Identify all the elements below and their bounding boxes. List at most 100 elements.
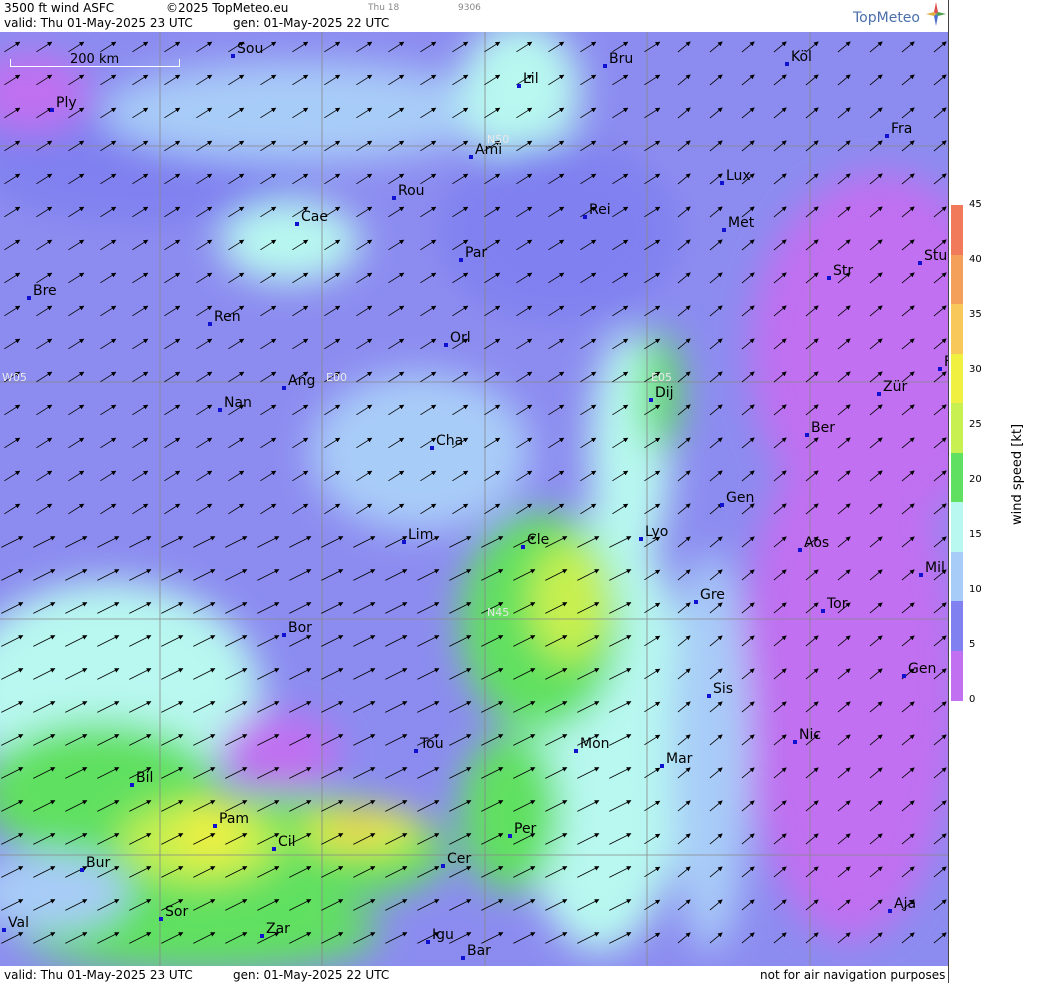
wind-arrow bbox=[677, 866, 691, 878]
wind-arrow bbox=[612, 107, 629, 119]
wind-arrow bbox=[933, 206, 947, 218]
wind-arrow bbox=[741, 239, 755, 251]
wind-arrow bbox=[805, 371, 819, 383]
wind-arrow bbox=[901, 107, 915, 119]
wind-arrow bbox=[481, 866, 504, 878]
wind-arrow bbox=[449, 866, 472, 878]
color-scale-segment bbox=[951, 353, 963, 404]
wind-arrow bbox=[292, 338, 309, 350]
wind-arrow bbox=[933, 536, 947, 548]
wind-arrow bbox=[1, 668, 24, 680]
wind-arrow bbox=[548, 470, 565, 482]
wind-arrow bbox=[4, 305, 21, 317]
wind-arrow bbox=[161, 701, 184, 713]
wind-arrow bbox=[677, 404, 691, 416]
wind-arrow bbox=[33, 536, 56, 548]
wind-arrow bbox=[324, 437, 341, 449]
wind-arrow bbox=[773, 701, 787, 713]
wind-arrow bbox=[741, 338, 755, 350]
wind-arrow bbox=[161, 932, 184, 944]
wind-arrow bbox=[901, 602, 915, 614]
wind-arrow bbox=[292, 305, 309, 317]
wind-arrow bbox=[164, 404, 181, 416]
wind-arrow bbox=[356, 74, 373, 86]
wind-arrow bbox=[513, 767, 536, 779]
wind-arrow bbox=[741, 767, 755, 779]
wind-arrow bbox=[132, 305, 149, 317]
wind-arrow bbox=[257, 866, 280, 878]
wind-arrow bbox=[353, 833, 376, 845]
wind-arrow bbox=[869, 602, 883, 614]
wind-arrow bbox=[805, 899, 819, 911]
wind-arrow bbox=[68, 206, 85, 218]
wind-arrow bbox=[33, 635, 56, 647]
wind-arrow bbox=[132, 107, 149, 119]
wind-arrow bbox=[260, 338, 277, 350]
wind-arrow bbox=[805, 74, 819, 86]
wind-arrow bbox=[164, 338, 181, 350]
wind-arrow bbox=[709, 305, 723, 317]
wind-arrow bbox=[33, 899, 56, 911]
wind-arrow bbox=[420, 371, 437, 383]
wind-arrow bbox=[356, 404, 373, 416]
wind-arrow bbox=[709, 635, 723, 647]
wind-arrow bbox=[513, 734, 536, 746]
wind-arrow bbox=[321, 932, 344, 944]
wind-arrow bbox=[837, 800, 851, 812]
wind-arrow bbox=[36, 404, 53, 416]
wind-arrow bbox=[677, 932, 691, 944]
wind-arrow bbox=[193, 932, 216, 944]
wind-arrow bbox=[420, 470, 437, 482]
wind-arrow bbox=[837, 767, 851, 779]
wind-arrow bbox=[353, 668, 376, 680]
wind-arrow bbox=[484, 470, 501, 482]
wind-arrow bbox=[452, 470, 469, 482]
wind-arrow bbox=[709, 371, 723, 383]
wind-arrow bbox=[196, 470, 213, 482]
wind-arrow bbox=[805, 866, 819, 878]
wind-arrow bbox=[1, 701, 24, 713]
wind-arrow bbox=[260, 107, 277, 119]
wind-arrow bbox=[612, 404, 629, 416]
wind-arrow bbox=[1, 932, 24, 944]
wind-arrow bbox=[933, 734, 947, 746]
wind-arrow bbox=[612, 74, 629, 86]
wind-arrow bbox=[385, 635, 408, 647]
wind-arrow bbox=[484, 437, 501, 449]
wind-arrow bbox=[709, 833, 723, 845]
wind-arrow bbox=[677, 569, 691, 581]
wind-arrow bbox=[228, 437, 245, 449]
wind-arrow bbox=[161, 536, 184, 548]
wind-arrow bbox=[292, 107, 309, 119]
wind-arrow bbox=[65, 668, 88, 680]
wind-arrow bbox=[741, 734, 755, 746]
wind-arrow bbox=[773, 305, 787, 317]
wind-arrow bbox=[580, 239, 597, 251]
wind-arrow bbox=[260, 74, 277, 86]
wind-arrow bbox=[228, 470, 245, 482]
wind-arrow bbox=[100, 470, 117, 482]
wind-arrow bbox=[65, 800, 88, 812]
wind-arrow bbox=[933, 371, 947, 383]
wind-arrow bbox=[193, 635, 216, 647]
wind-arrow bbox=[869, 536, 883, 548]
wind-arrow bbox=[545, 602, 568, 614]
wind-arrow bbox=[161, 833, 184, 845]
wind-arrow bbox=[228, 74, 245, 86]
wind-arrow bbox=[741, 74, 755, 86]
wind-arrow bbox=[577, 602, 600, 614]
color-scale-segment bbox=[951, 403, 963, 453]
wind-arrow bbox=[580, 503, 597, 515]
wind-arrow bbox=[97, 536, 120, 548]
wind-arrow bbox=[901, 173, 915, 185]
wind-arrow bbox=[257, 701, 280, 713]
wind-arrow bbox=[933, 701, 947, 713]
wind-arrow bbox=[580, 404, 597, 416]
wind-arrow bbox=[1, 800, 24, 812]
wind-arrow bbox=[933, 305, 947, 317]
wind-arrow bbox=[677, 503, 691, 515]
wind-arrow bbox=[356, 173, 373, 185]
wind-arrow bbox=[837, 899, 851, 911]
wind-arrow bbox=[164, 206, 181, 218]
wind-arrow bbox=[225, 536, 248, 548]
